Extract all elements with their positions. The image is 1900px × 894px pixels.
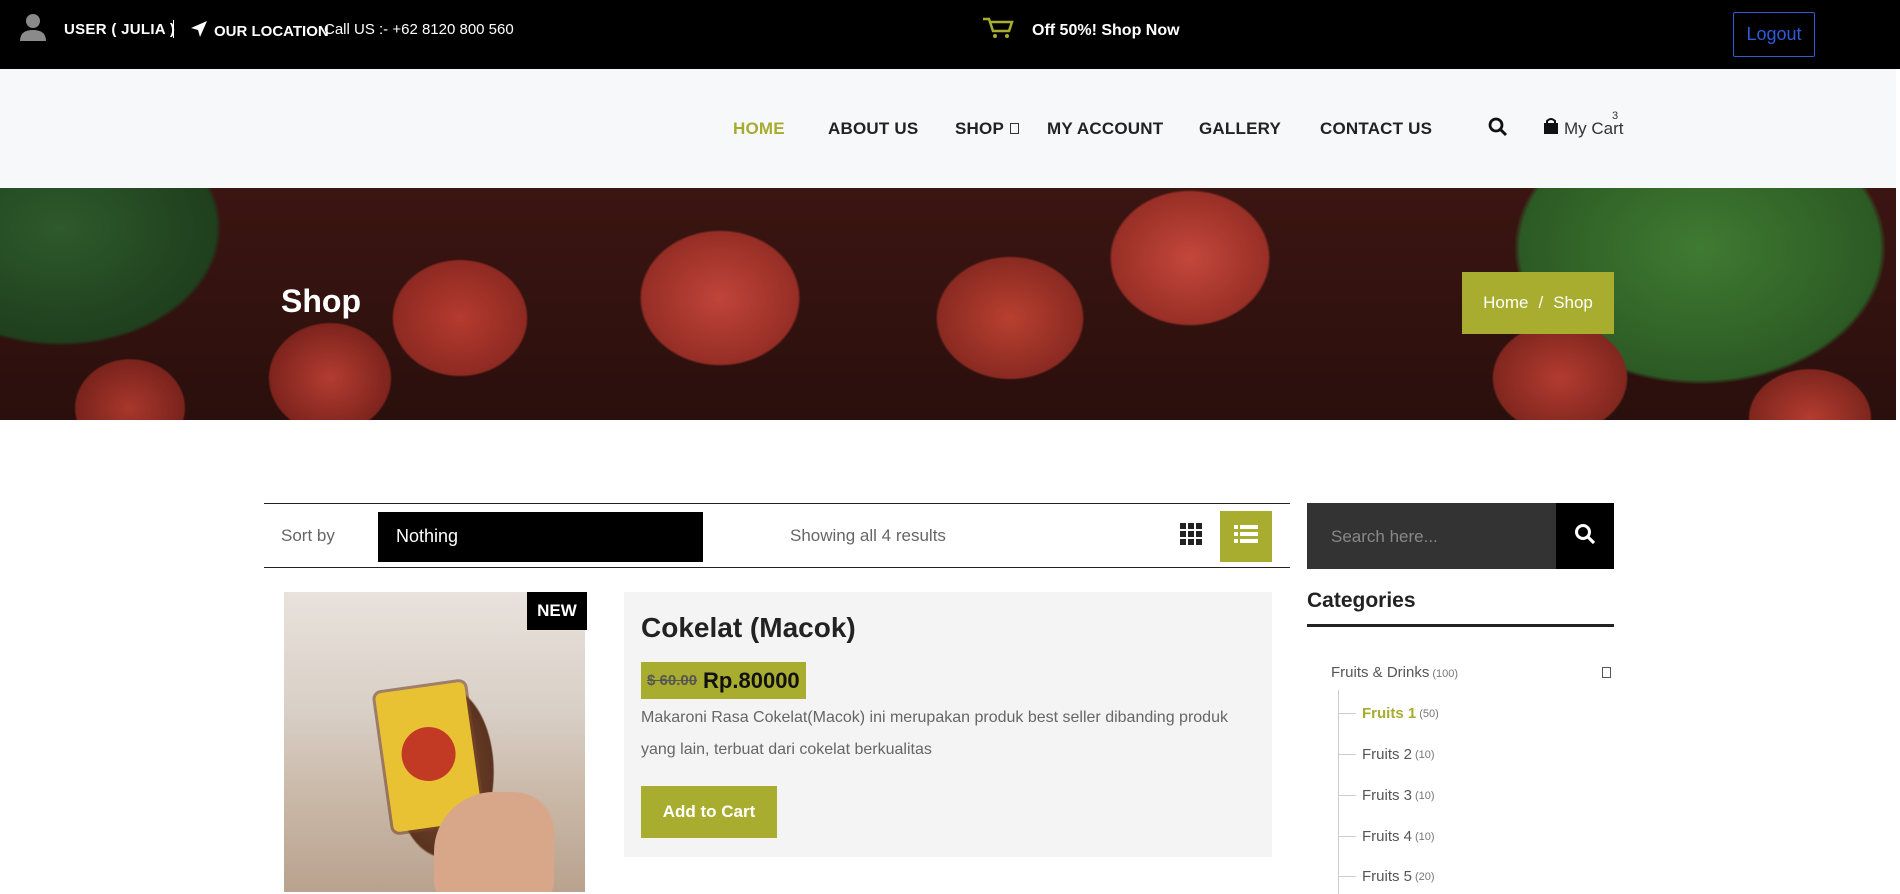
top-bar: USER ( JULIA ) OUR LOCATION Call US :- +… (0, 0, 1900, 69)
nav-home[interactable]: HOME (733, 119, 785, 139)
divider (173, 20, 174, 38)
page-banner: Shop Home / Shop (0, 188, 1896, 420)
grid-view-icon[interactable] (1179, 522, 1203, 551)
product-name[interactable]: Cokelat (Macok) (641, 612, 856, 644)
category-label: Fruits & Drinks (1331, 664, 1430, 681)
nav-my-account[interactable]: MY ACCOUNT (1047, 119, 1163, 139)
product-image[interactable] (284, 592, 585, 892)
breadcrumb-current: Shop (1553, 293, 1593, 312)
search-icon (1574, 523, 1596, 550)
sidebar-search: Search here... (1307, 503, 1614, 569)
nav-shop[interactable]: SHOP (955, 119, 1004, 139)
category-collapse-icon[interactable] (1602, 667, 1611, 678)
user-icon (18, 12, 48, 47)
product-card: Cokelat (Macok) $ 60.00 Rp.80000 Makaron… (624, 592, 1272, 857)
breadcrumb-home[interactable]: Home (1483, 293, 1528, 313)
results-count: Showing all 4 results (790, 526, 946, 545)
sort-label: Sort by (281, 526, 335, 545)
new-badge: NEW (527, 592, 587, 630)
location-label: OUR LOCATION (214, 22, 329, 40)
add-to-cart-button[interactable]: Add to Cart (641, 786, 777, 838)
category-item-fruits-3[interactable]: Fruits 3 (10) (1338, 787, 1435, 804)
user-name: USER ( JULIA ) (64, 21, 176, 38)
old-price: $ 60.00 (647, 672, 698, 689)
breadcrumb-separator: / (1538, 293, 1544, 312)
category-count: (100) (1432, 668, 1459, 680)
promo-text: Off 50%! Shop Now (1032, 21, 1180, 39)
category-item-fruits-5[interactable]: Fruits 5 (20) (1338, 868, 1435, 885)
location-arrow-icon (190, 20, 208, 42)
product-price: $ 60.00 Rp.80000 (641, 662, 806, 699)
search-submit-button[interactable] (1556, 503, 1614, 569)
sort-select[interactable]: Nothing (378, 512, 703, 562)
category-item-fruits-2[interactable]: Fruits 2 (10) (1338, 746, 1435, 763)
current-price: Rp.80000 (703, 667, 800, 693)
category-item-fruits-1[interactable]: Fruits 1 (50) (1338, 705, 1439, 722)
nav-about-us[interactable]: ABOUT US (828, 119, 918, 139)
search-input[interactable]: Search here... (1331, 527, 1438, 547)
shop-dropdown-icon[interactable] (1010, 123, 1019, 134)
logout-button[interactable]: Logout (1733, 12, 1815, 57)
page-title: Shop (281, 283, 361, 319)
categories-heading: Categories (1307, 589, 1416, 612)
nav-contact-us[interactable]: CONTACT US (1320, 119, 1432, 139)
product-description: Makaroni Rasa Cokelat(Macok) ini merupak… (641, 709, 1228, 758)
categories-divider (1307, 624, 1614, 627)
shopping-bag-icon (1542, 117, 1560, 140)
location-link[interactable]: OUR LOCATION (190, 20, 329, 42)
category-item-fruits-4[interactable]: Fruits 4 (10) (1338, 828, 1435, 845)
promo-link[interactable]: Off 50%! Shop Now (982, 16, 1180, 45)
cart-count-badge: 3 (1612, 110, 1619, 122)
user-info[interactable]: USER ( JULIA ) (18, 12, 175, 47)
call-us-text: Call US :- +62 8120 800 560 (324, 21, 514, 38)
nav-gallery[interactable]: GALLERY (1199, 119, 1281, 139)
shop-toolbar: Sort by Nothing Showing all 4 results (264, 503, 1290, 568)
cart-promo-icon (982, 16, 1014, 45)
main-nav: HOME ABOUT US SHOP MY ACCOUNT GALLERY CO… (0, 69, 1896, 188)
search-icon[interactable] (1488, 117, 1508, 142)
list-view-icon (1234, 524, 1258, 549)
breadcrumb: Home / Shop (1462, 272, 1614, 334)
category-root[interactable]: Fruits & Drinks (100) (1331, 664, 1458, 681)
list-view-button[interactable] (1220, 511, 1272, 562)
